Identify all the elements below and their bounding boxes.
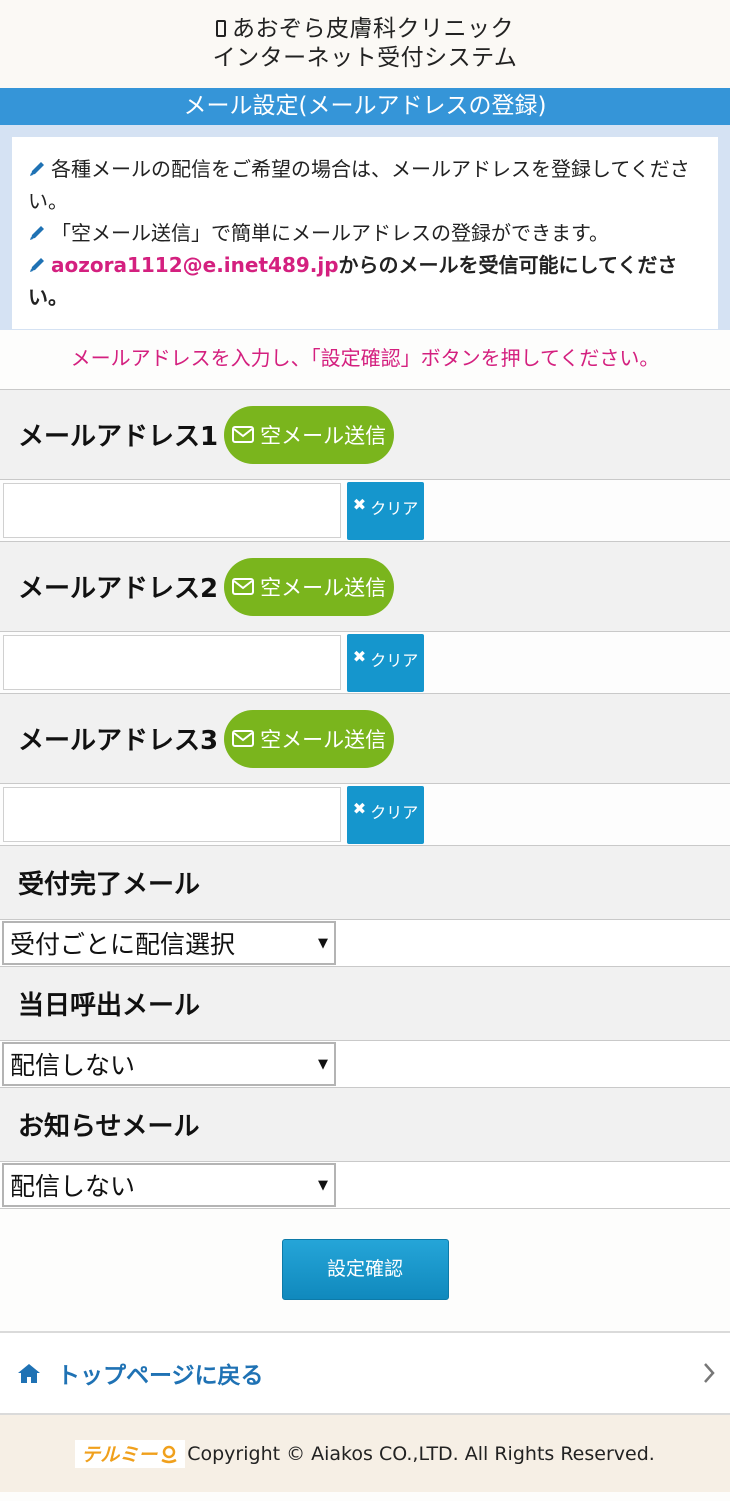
footer: テルミー Copyright © Aiakos CO.,LTD. All Rig… [0, 1415, 730, 1492]
email-field-3[interactable] [3, 787, 341, 842]
send-empty-mail-button-3[interactable]: 空メール送信 [224, 709, 395, 768]
chevron-right-icon [704, 1363, 715, 1383]
address-label-3: メールアドレス3 [18, 726, 219, 756]
sender-email: aozora1112@e.inet489.jp [51, 253, 339, 277]
option-label-reception: 受付完了メール [18, 870, 201, 900]
page-title: メール設定(メールアドレスの登録) [0, 88, 730, 125]
confirm-area: 設定確認 [0, 1208, 730, 1331]
pencil-icon [30, 162, 44, 176]
system-name: インターネット受付システム [212, 45, 518, 71]
mail-icon [232, 730, 255, 747]
notice-line-3: aozora1112@e.inet489.jpからのメールを受信可能にしてくださ… [28, 253, 678, 309]
reception-mail-select[interactable]: 受付ごとに配信選択 ▼ [2, 921, 336, 965]
pencil-icon [30, 258, 44, 272]
option-label-call: 当日呼出メール [18, 991, 201, 1021]
instruction-text: メールアドレスを入力し、「設定確認」ボタンを押してください。 [70, 346, 660, 370]
address-section-1: メールアドレス1 空メール送信 ✖ クリア [0, 389, 730, 541]
clear-button-2[interactable]: ✖ クリア [347, 633, 424, 692]
x-icon: ✖ [352, 494, 367, 514]
address-label-2: メールアドレス2 [18, 574, 219, 604]
mail-icon [232, 426, 255, 443]
address-section-2: メールアドレス2 空メール送信 ✖ クリア [0, 541, 730, 693]
option-section-reception: 受付完了メール 受付ごとに配信選択 ▼ [0, 845, 730, 966]
news-mail-select[interactable]: 配信しない ▼ [2, 1163, 336, 1207]
option-section-call: 当日呼出メール 配信しない ▼ [0, 966, 730, 1087]
option-section-news: お知らせメール 配信しない ▼ [0, 1087, 730, 1208]
clear-button-3[interactable]: ✖ クリア [347, 785, 424, 844]
address-section-3: メールアドレス3 空メール送信 ✖ クリア [0, 693, 730, 845]
email-field-2[interactable] [3, 635, 341, 690]
call-mail-select[interactable]: 配信しない ▼ [2, 1042, 336, 1086]
copyright-text: Copyright © Aiakos CO.,LTD. All Rights R… [187, 1442, 655, 1465]
address-label-1: メールアドレス1 [18, 422, 219, 452]
dropdown-arrow-icon: ▼ [318, 1056, 328, 1072]
x-icon: ✖ [352, 798, 367, 818]
clinic-name: あおぞら皮膚科クリニック [232, 16, 514, 42]
mail-icon [232, 578, 255, 595]
notice-line-1: 各種メールの配信をご希望の場合は、メールアドレスを登録してください。 [28, 157, 690, 213]
option-label-news: お知らせメール [18, 1112, 200, 1142]
back-to-top-link[interactable]: トップページに戻る [0, 1331, 730, 1415]
notice-box: 各種メールの配信をご希望の場合は、メールアドレスを登録してください。 「空メール… [12, 137, 718, 329]
logo-mark-icon [161, 1445, 177, 1463]
notice-panel: 各種メールの配信をご希望の場合は、メールアドレスを登録してください。 「空メール… [0, 125, 730, 330]
notice-line-2: 「空メール送信」で簡単にメールアドレスの登録ができます。 [28, 217, 702, 249]
dropdown-arrow-icon: ▼ [318, 935, 328, 951]
email-field-1[interactable] [3, 483, 341, 538]
send-empty-mail-button-2[interactable]: 空メール送信 [224, 557, 395, 616]
x-icon: ✖ [352, 646, 367, 666]
pencil-icon [30, 226, 44, 240]
phone-icon [216, 20, 226, 37]
home-icon [18, 1364, 40, 1383]
confirm-settings-button[interactable]: 設定確認 [281, 1239, 449, 1300]
dropdown-arrow-icon: ▼ [318, 1177, 328, 1193]
send-empty-mail-button-1[interactable]: 空メール送信 [224, 405, 395, 464]
clear-button-1[interactable]: ✖ クリア [347, 481, 424, 540]
telme-logo: テルミー [75, 1439, 186, 1468]
app-header: あおぞら皮膚科クリニック インターネット受付システム [0, 0, 730, 88]
